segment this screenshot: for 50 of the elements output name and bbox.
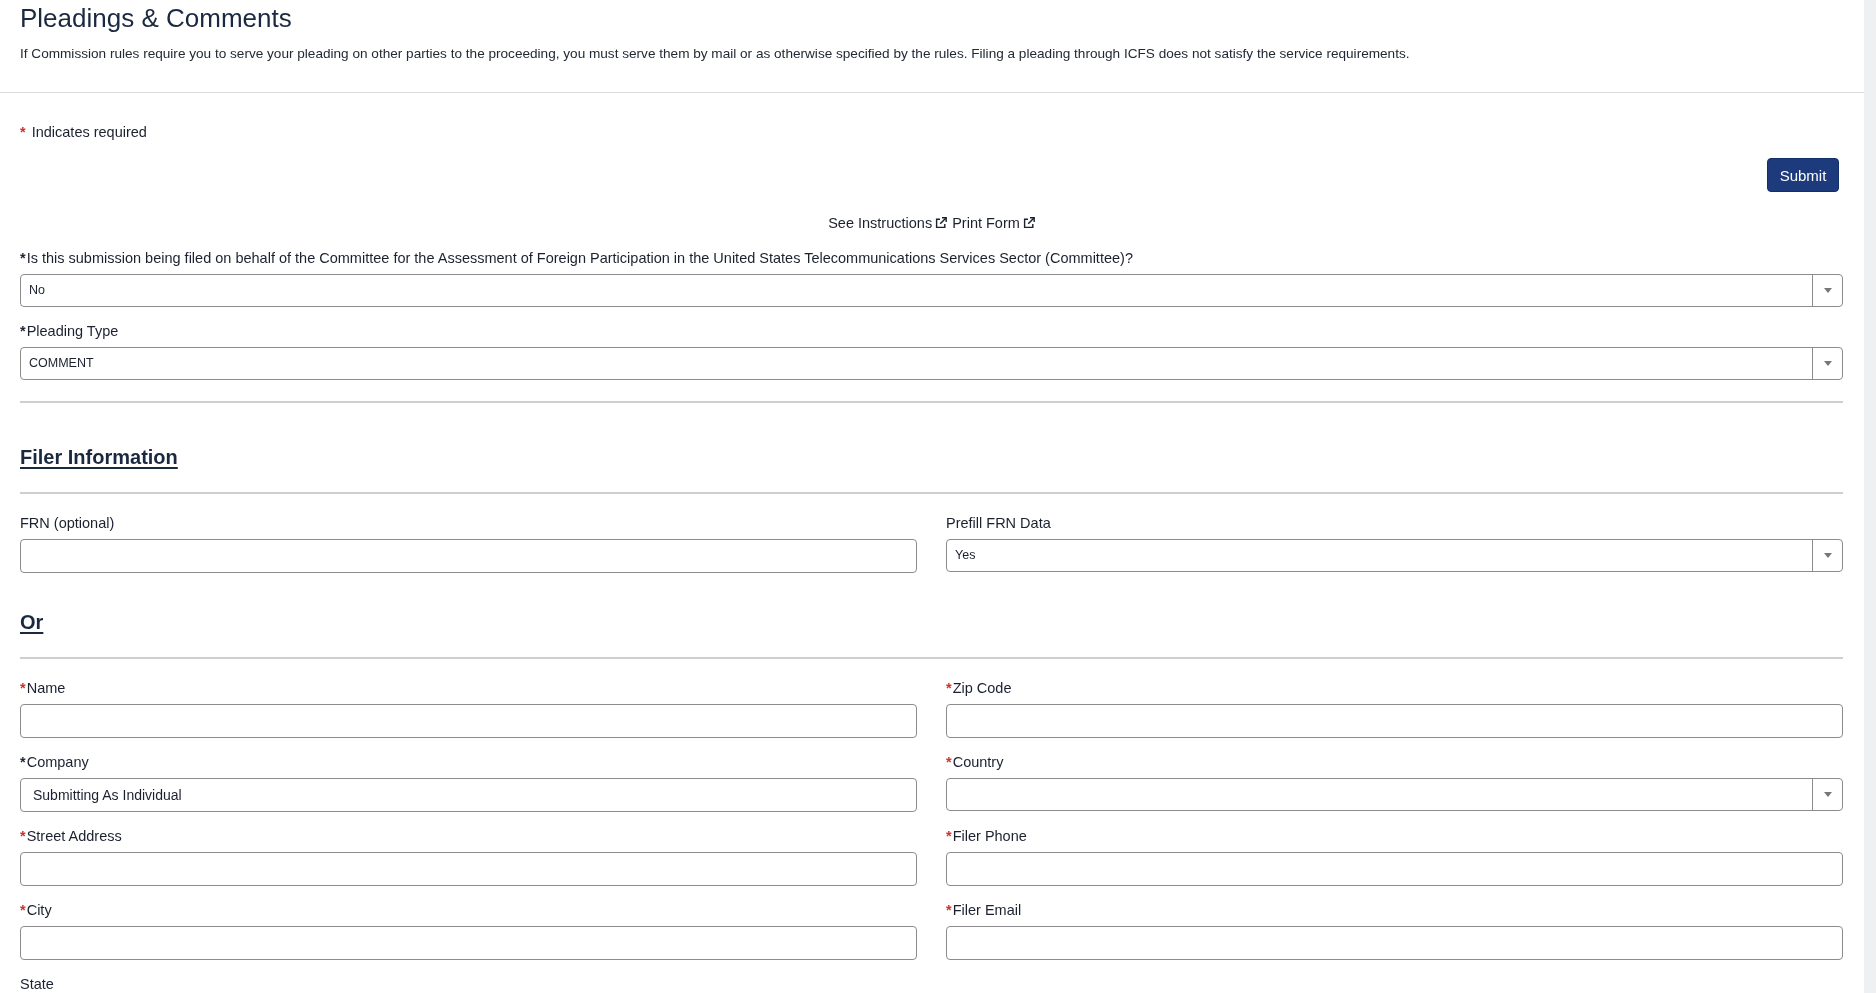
caret-icon	[1823, 553, 1832, 558]
external-link-icon	[1022, 217, 1035, 229]
text-input[interactable]	[20, 704, 917, 738]
field-label: Name	[26, 679, 66, 698]
required-mark: *	[20, 753, 26, 772]
dropdown-field[interactable]: No	[20, 274, 1843, 307]
field-label: Filer Phone	[952, 827, 1027, 846]
submit-button[interactable]: Submit	[1767, 158, 1839, 192]
external-link-icon	[935, 217, 948, 229]
field-label: Pleading Type	[26, 322, 119, 341]
text-input[interactable]	[946, 852, 1843, 886]
required-mark: *	[20, 123, 26, 142]
required-mark: *	[20, 249, 26, 268]
page-title: Pleadings & Comments	[20, 2, 293, 34]
text-input[interactable]	[946, 926, 1843, 960]
required-mark: *	[946, 679, 952, 698]
field-label: City	[26, 901, 52, 920]
caret-icon	[1823, 288, 1832, 293]
caret-icon	[1823, 792, 1832, 797]
required-mark: *	[946, 753, 952, 772]
required-mark: *	[20, 322, 26, 341]
field-label: Prefill FRN Data	[946, 514, 1051, 533]
text-input[interactable]	[20, 926, 917, 960]
field-label: State	[20, 975, 54, 993]
text-input[interactable]: Submitting As Individual	[20, 778, 917, 812]
required-mark: *	[20, 679, 26, 698]
field-label: Zip Code	[952, 679, 1012, 698]
caret-icon	[1823, 361, 1832, 366]
required-mark: *	[946, 827, 952, 846]
field-label: Is this submission being filed on behalf of the Committee for the Assessment of Foreign Participation in the United States Telecommunications Services Sector (Committee)?	[26, 249, 1133, 268]
section-heading: Or	[20, 610, 44, 635]
dropdown-field[interactable]: Yes	[946, 539, 1843, 572]
text-input[interactable]	[20, 539, 917, 573]
text-input[interactable]	[20, 852, 917, 886]
field-label: Street Address	[26, 827, 122, 846]
field-label: Company	[26, 753, 89, 772]
field-label: Country	[952, 753, 1004, 772]
legend-text: Indicates required	[31, 123, 147, 142]
section-heading: Filer Information	[20, 445, 178, 470]
field-label: Filer Email	[952, 901, 1022, 920]
text-input[interactable]	[946, 704, 1843, 738]
required-mark: *	[20, 827, 26, 846]
text-link[interactable]: Print Form	[952, 213, 1035, 233]
dropdown-field[interactable]: COMMENT	[20, 347, 1843, 380]
required-mark: *	[946, 901, 952, 920]
dropdown-field[interactable]	[946, 778, 1843, 811]
notice-text: If Commission rules require you to serve your pleading on other parties to the proceeding, you must serve them by mail or as otherwise specified by the rules. Filing a pleading through ICFS does not satisfy the service requirements.	[20, 45, 1411, 63]
field-label: FRN (optional)	[20, 514, 115, 533]
required-mark: *	[20, 901, 26, 920]
text-link[interactable]: See Instructions	[828, 213, 948, 233]
